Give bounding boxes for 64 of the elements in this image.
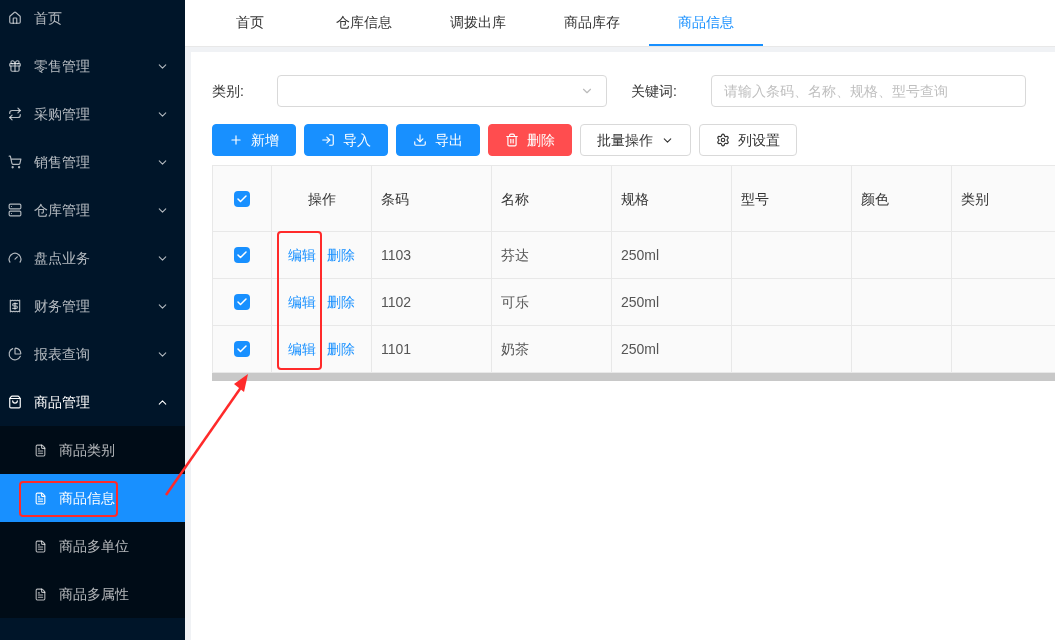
menu-item[interactable]: 商品管理 xyxy=(0,378,185,426)
table-cell: 奶茶 xyxy=(492,326,612,372)
toolbar-button[interactable]: 列设置 xyxy=(699,124,797,156)
tab[interactable]: 首页 xyxy=(193,0,307,46)
scrollbar[interactable] xyxy=(212,373,1055,381)
menu-item[interactable]: 销售管理 xyxy=(0,138,185,186)
menu-item[interactable]: 首页 xyxy=(0,0,185,42)
trash-icon xyxy=(505,133,519,147)
menu-item[interactable]: 零售管理 xyxy=(0,42,185,90)
list-icon xyxy=(34,587,47,601)
table-cell: 250ml xyxy=(612,279,732,325)
menu-item[interactable]: 采购管理 xyxy=(0,90,185,138)
checkbox[interactable] xyxy=(234,341,250,357)
filter-label: 类别: xyxy=(212,82,245,101)
table-cell: 1102 xyxy=(372,279,492,325)
table-cell: 250ml xyxy=(612,232,732,278)
column-header: 型号 xyxy=(732,166,852,231)
column-header: 规格 xyxy=(612,166,732,231)
menu-item[interactable]: 财务管理 xyxy=(0,282,185,330)
column-header: 条码 xyxy=(372,166,492,231)
plus-icon xyxy=(229,133,243,147)
submenu-item[interactable]: 商品多单位 xyxy=(0,522,185,570)
list-icon xyxy=(34,539,47,553)
check-icon xyxy=(236,343,248,355)
tab[interactable]: 商品库存 xyxy=(535,0,649,46)
tab[interactable]: 仓库信息 xyxy=(307,0,421,46)
menu-item[interactable]: 仓库管理 xyxy=(0,186,185,234)
bag-icon xyxy=(8,395,22,409)
checkbox[interactable] xyxy=(234,247,250,263)
table-cell: 芬达 xyxy=(492,232,612,278)
column-header: 类别 xyxy=(952,166,1055,231)
table-cell: 250ml xyxy=(612,326,732,372)
column-header: 操作 xyxy=(272,166,372,231)
submenu-item[interactable]: 商品多属性 xyxy=(0,570,185,618)
cabinet-icon xyxy=(8,203,22,217)
import-icon xyxy=(321,133,335,147)
table-cell: 1101 xyxy=(372,326,492,372)
checkbox[interactable] xyxy=(234,294,250,310)
table-cell: 1103 xyxy=(372,232,492,278)
toolbar-button[interactable]: 批量操作 xyxy=(580,124,691,156)
download-icon xyxy=(413,133,427,147)
column-header: 颜色 xyxy=(852,166,952,231)
list-icon xyxy=(34,491,47,505)
filter-label: 关键词: xyxy=(631,82,678,101)
checkbox[interactable] xyxy=(234,190,250,207)
menu-item[interactable]: 盘点业务 xyxy=(0,234,185,282)
repeat-icon xyxy=(8,107,22,121)
menu-item[interactable]: 报表查询 xyxy=(0,330,185,378)
check-icon xyxy=(236,296,248,308)
check-icon xyxy=(236,192,248,205)
check-icon xyxy=(236,249,248,261)
column-header: 名称 xyxy=(492,166,612,231)
list-icon xyxy=(34,443,47,457)
receipt-icon xyxy=(8,299,22,313)
keyword-field[interactable]: 请输入条码、名称、规格、型号查询 xyxy=(711,75,1026,107)
submenu-item[interactable]: 商品类别 xyxy=(0,426,185,474)
pie-chart-icon xyxy=(8,347,22,361)
settings-icon xyxy=(716,133,730,147)
gauge-icon xyxy=(8,251,22,265)
cart-icon xyxy=(8,155,22,169)
table-cell: 可乐 xyxy=(492,279,612,325)
gift-icon xyxy=(8,59,22,73)
home-icon xyxy=(8,11,22,25)
tab[interactable]: 调拨出库 xyxy=(421,0,535,46)
